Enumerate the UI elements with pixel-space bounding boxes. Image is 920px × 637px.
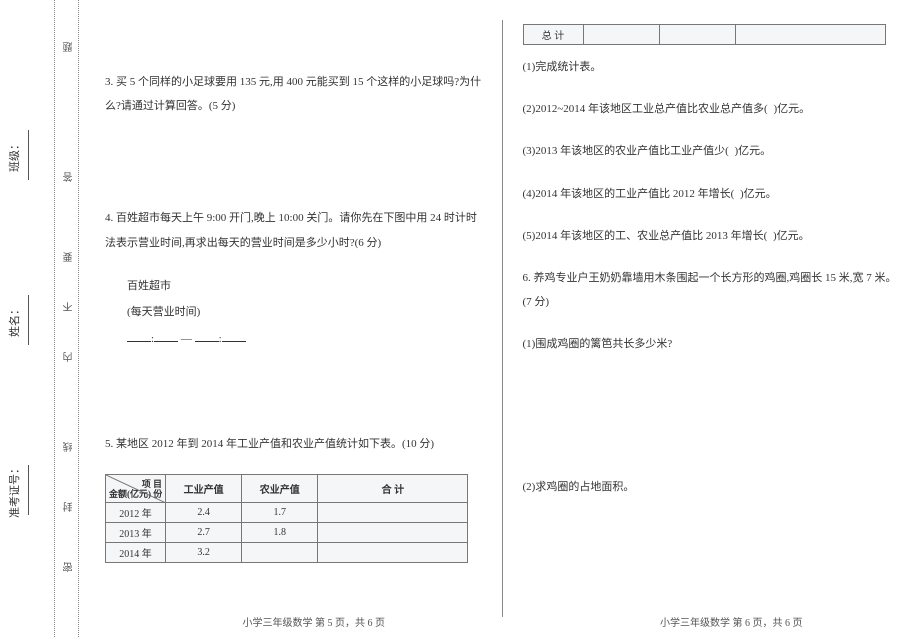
cell: 2.7 (166, 523, 242, 543)
footer-page-5: 小学三年级数学 第 5 页，共 6 页 (105, 614, 523, 629)
row-year: 2013 年 (106, 523, 166, 543)
shop-name: 百姓超市 (127, 273, 488, 299)
stat-table: 项 目 金额(亿元) 份 工业产值 农业产值 合 计 2012 年 2.4 1.… (105, 474, 468, 563)
page-6: 总 计 (1)完成统计表。 (2)2012~2014 年该地区工业总产值比农业总… (503, 0, 920, 637)
q5-sub4: (4)2014 年该地区的工业产值比 2012 年增长( )亿元。 (523, 182, 906, 206)
cell-blank (318, 523, 468, 543)
question-5-text: 5. 某地区 2012 年到 2014 年工业产值和农业产值统计如下表。(10 … (105, 432, 488, 456)
cell: 1.7 (242, 503, 318, 523)
warn-char: 封 (62, 500, 77, 512)
cell-blank (583, 25, 659, 45)
page-5: 3. 买 5 个同样的小足球要用 135 元,用 400 元能买到 15 个这样… (85, 0, 503, 637)
cell: 1.8 (242, 523, 318, 543)
class-field-line (28, 131, 29, 181)
q5-sub2: (2)2012~2014 年该地区工业总产值比农业总产值多( )亿元。 (523, 97, 906, 121)
q6-sub2: (2)求鸡圈的占地面积。 (523, 475, 906, 499)
name-label: 姓名： (9, 304, 21, 337)
cell: 3.2 (166, 543, 242, 563)
cell-blank (318, 543, 468, 563)
warn-char: 密 (62, 560, 77, 572)
warn-char: 线 (62, 440, 77, 452)
cell-blank (735, 25, 885, 45)
q5-sub1: (1)完成统计表。 (523, 55, 906, 79)
q6-sub1: (1)围成鸡圈的篱笆共长多少米? (523, 332, 906, 356)
col-total: 合 计 (318, 475, 468, 503)
col-agricultural: 农业产值 (242, 475, 318, 503)
warn-char: 不 (62, 300, 77, 312)
warn-char: 答 (62, 170, 77, 182)
q5-sub5: (5)2014 年该地区的工、农业总产值比 2013 年增长( )亿元。 (523, 224, 906, 248)
cell (242, 543, 318, 563)
question-6-text: 6. 养鸡专业户王奶奶靠墙用木条围起一个长方形的鸡圈,鸡圈长 15 米,宽 7 … (523, 266, 906, 314)
row-year: 2012 年 (106, 503, 166, 523)
col-industrial: 工业产值 (166, 475, 242, 503)
cell-blank (659, 25, 735, 45)
total-row-label: 总 计 (523, 25, 583, 45)
cell-blank (318, 503, 468, 523)
question-3: 3. 买 5 个同样的小足球要用 135 元,用 400 元能买到 15 个这样… (105, 70, 488, 118)
name-field-line (28, 296, 29, 346)
stat-table-total-row: 总 计 (523, 24, 886, 45)
q5-sub3: (3)2013 年该地区的农业产值比工业产值少( )亿元。 (523, 139, 906, 163)
shop-sub: (每天营业时间) (127, 299, 488, 325)
warn-char: 内 (62, 350, 77, 362)
exam-id-label: 准考证号： (9, 463, 21, 518)
diag-bot: 金额(亿元) 份 (109, 487, 162, 500)
time-blank: : — : (127, 326, 488, 352)
question-4-text: 4. 百姓超市每天上午 9:00 开门,晚上 10:00 关门。请你先在下图中用… (105, 206, 488, 254)
footer-page-6: 小学三年级数学 第 6 页，共 6 页 (523, 614, 920, 629)
warn-char: 要 (62, 250, 77, 262)
warn-char: 题 (62, 40, 77, 52)
exam-id-field-line (28, 466, 29, 516)
row-year: 2014 年 (106, 543, 166, 563)
class-label: 班级： (9, 139, 21, 172)
cell: 2.4 (166, 503, 242, 523)
